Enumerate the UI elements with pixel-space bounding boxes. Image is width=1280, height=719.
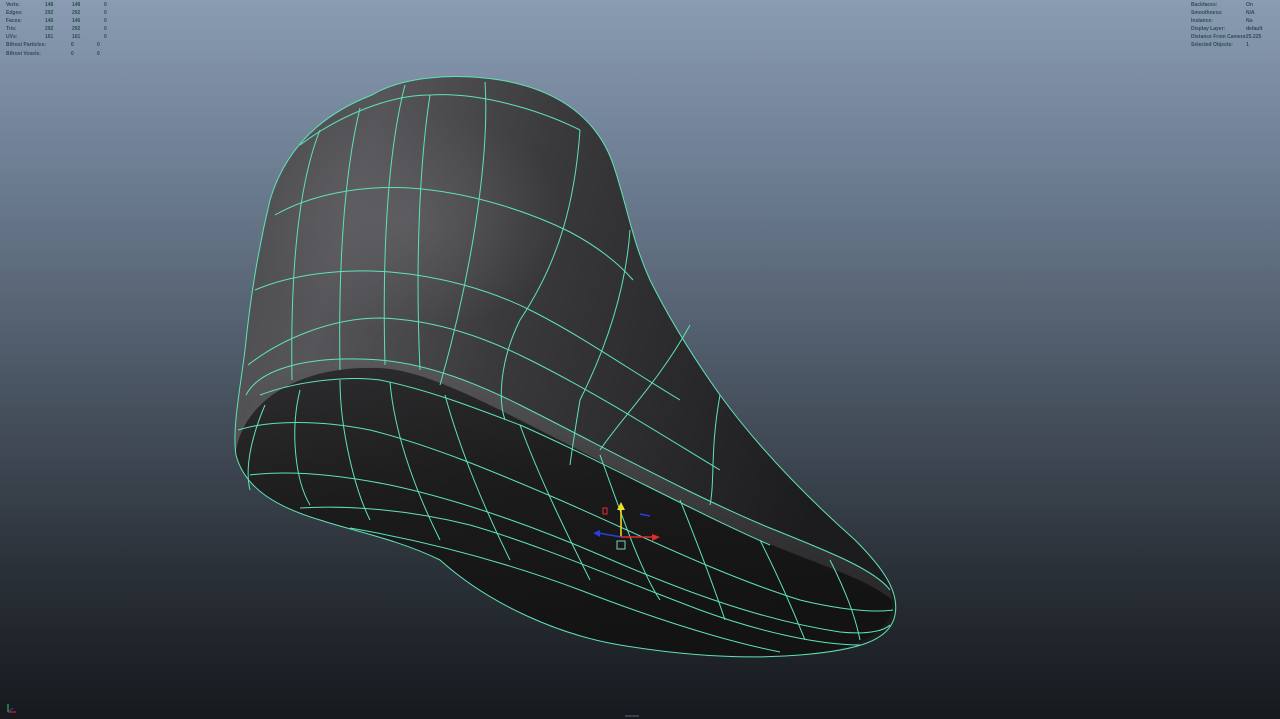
hud-row-bifrost-particles: Bifrost Particles: 0 0 xyxy=(6,41,126,49)
hud-label: Instance: xyxy=(1191,18,1213,25)
hud-value: 0 xyxy=(104,34,107,41)
hud-value: 0 xyxy=(104,2,107,8)
hud-value: 292 xyxy=(72,10,81,17)
hud-value: 0 xyxy=(104,18,107,25)
hud-value: default xyxy=(1246,26,1263,33)
hud-value: 146 xyxy=(45,18,54,25)
hud-value: On xyxy=(1246,2,1253,8)
hud-value: 0 xyxy=(97,50,100,57)
hud-value: 161 xyxy=(45,34,54,41)
hud-label: Tris: xyxy=(6,26,17,33)
hud-row-display-layer: Display Layer: default xyxy=(1191,25,1276,33)
hud-row-smoothness: Smoothness: N/A xyxy=(1191,9,1276,17)
hud-value: 146 xyxy=(72,18,81,25)
view-axis-icon xyxy=(7,704,16,713)
hud-row-bifrost-voxels: Bifrost Voxels: 0 0 xyxy=(6,50,126,58)
hud-row-edges: Edges: 292 292 0 xyxy=(6,9,126,17)
hud-label: Distance From Camera: xyxy=(1191,34,1248,41)
hud-row-verts: Verts: 148 148 0 xyxy=(6,1,126,9)
hud-label: Bifrost Particles: xyxy=(6,42,47,49)
hud-value: 292 xyxy=(72,26,81,33)
hud-value: 0 xyxy=(97,42,100,49)
hud-row-uvs: UVs: 161 161 0 xyxy=(6,33,126,41)
hud-value: 0 xyxy=(104,10,107,17)
hud-value: 148 xyxy=(45,2,54,8)
hud-value: 1 xyxy=(1246,42,1249,49)
hud-value: 25.225 xyxy=(1246,34,1262,41)
hud-value: 148 xyxy=(72,2,81,8)
viewport-bottom-marker xyxy=(625,715,639,717)
hud-label: Display Layer: xyxy=(1191,26,1226,33)
hud-value: 0 xyxy=(104,26,107,33)
hud-label: Backfaces: xyxy=(1191,2,1218,8)
hud-row-distance: Distance From Camera: 25.225 xyxy=(1191,33,1276,41)
hud-label: Selected Objects: xyxy=(1191,42,1233,49)
hud-label: Verts: xyxy=(6,2,20,8)
hud-label: UVs: xyxy=(6,34,18,41)
hud-row-faces: Faces: 146 146 0 xyxy=(6,17,126,25)
hud-label: Bifrost Voxels: xyxy=(6,50,41,57)
poly-count-hud: Verts: 148 148 0 Edges: 292 292 0 Faces:… xyxy=(6,1,126,58)
3d-viewport[interactable]: Verts: 148 148 0 Edges: 292 292 0 Faces:… xyxy=(0,0,1280,719)
model-view[interactable] xyxy=(0,0,1280,719)
hud-label: Smoothness: xyxy=(1191,10,1223,17)
hud-value: 292 xyxy=(45,10,54,17)
hud-value: N/A xyxy=(1246,10,1255,17)
hud-value: 0 xyxy=(71,50,74,57)
hud-row-backfaces: Backfaces: On xyxy=(1191,1,1276,9)
hud-value: No xyxy=(1246,18,1253,25)
hud-value: 292 xyxy=(45,26,54,33)
hud-row-tris: Tris: 292 292 0 xyxy=(6,25,126,33)
hud-label: Edges: xyxy=(6,10,23,17)
hud-label: Faces: xyxy=(6,18,22,25)
hud-value: 161 xyxy=(72,34,81,41)
hud-row-instance: Instance: No xyxy=(1191,17,1276,25)
object-details-hud: Backfaces: On Smoothness: N/A Instance: … xyxy=(1191,1,1276,50)
hud-value: 0 xyxy=(71,42,74,49)
hud-row-selected-objects: Selected Objects: 1 xyxy=(1191,41,1276,49)
